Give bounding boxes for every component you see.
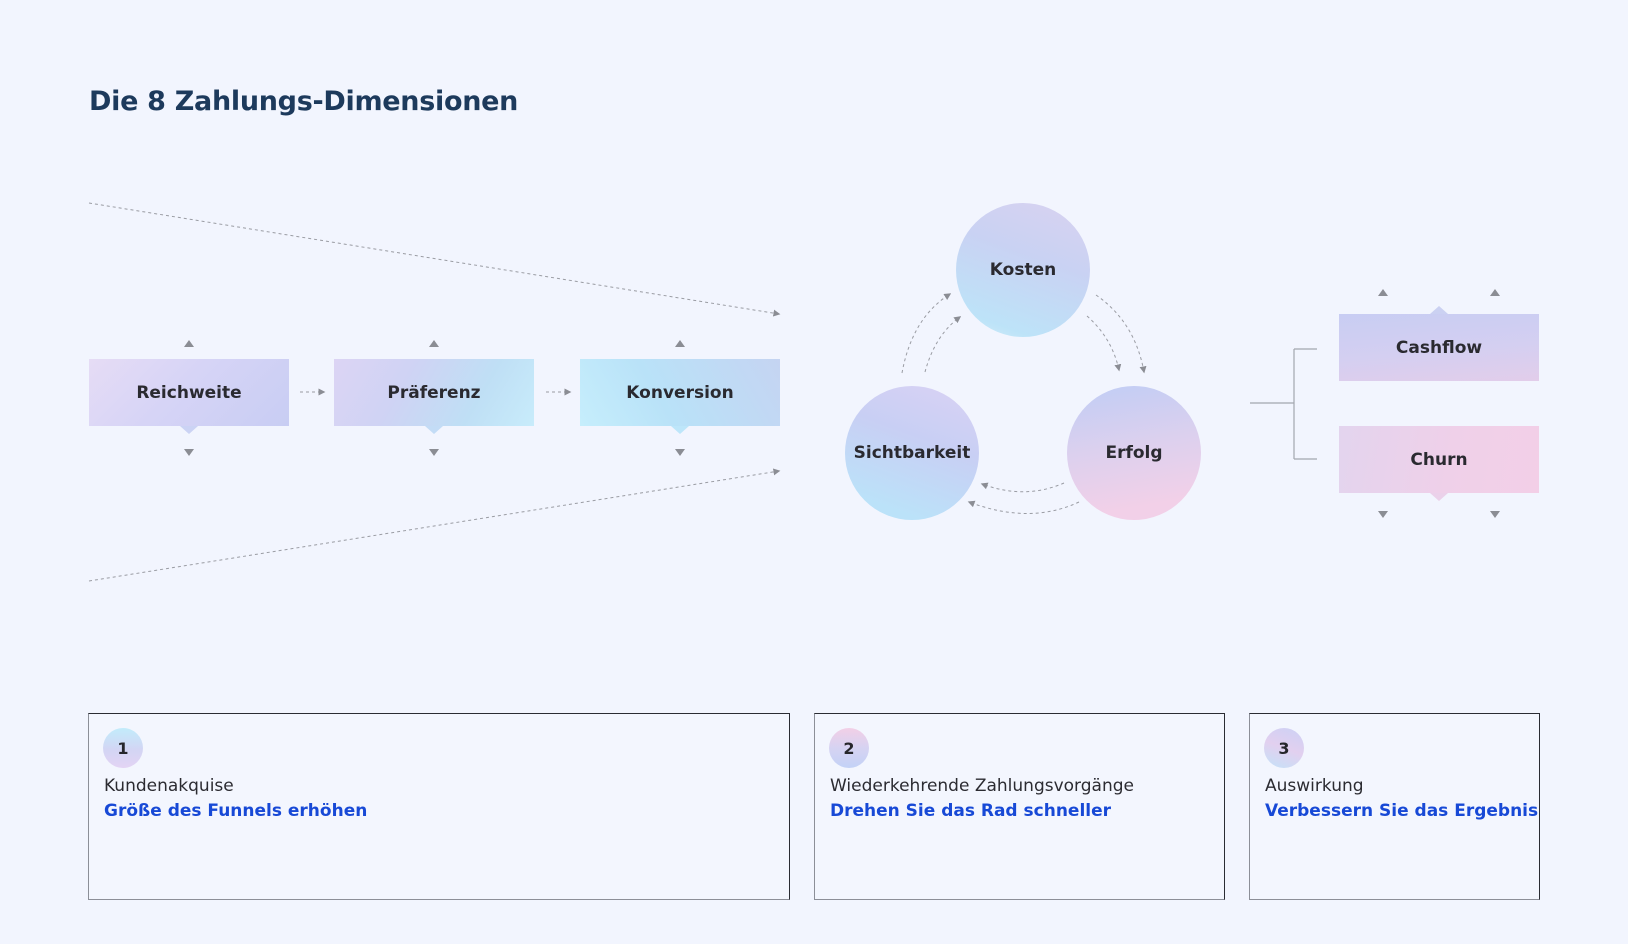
- node-label: Cashflow: [1395, 337, 1483, 358]
- card-subtitle-link[interactable]: Drehen Sie das Rad schneller: [830, 801, 1111, 821]
- pointer-notch: [425, 426, 443, 434]
- pointer-notch: [671, 426, 689, 434]
- card-title: Wiederkehrende Zahlungsvorgänge: [830, 776, 1134, 796]
- funnel-stage-praeferenz[interactable]: Präferenz: [334, 359, 534, 434]
- increase-triangle-icon: [429, 340, 439, 347]
- increase-triangle-icon: [1490, 289, 1500, 296]
- increase-triangle-icon: [1378, 289, 1388, 296]
- category-card-zahlungsvorgaenge: 2 Wiederkehrende Zahlungsvorgänge Drehen…: [814, 713, 1225, 900]
- arrow-kosten-to-erfolg-inner: [1086, 315, 1122, 372]
- node-label: Kosten: [989, 260, 1057, 280]
- decrease-triangle-icon: [429, 449, 439, 456]
- decrease-triangle-icon: [184, 449, 194, 456]
- decrease-triangle-icon: [1490, 511, 1500, 518]
- pointer-notch: [1430, 306, 1448, 314]
- card-subtitle-link[interactable]: Größe des Funnels erhöhen: [104, 801, 367, 821]
- impact-node-churn[interactable]: Churn: [1339, 426, 1539, 501]
- node-label: Sichtbarkeit: [853, 443, 971, 463]
- node-label: Churn: [1410, 449, 1468, 470]
- card-title: Kundenakquise: [104, 776, 234, 796]
- increase-triangle-icon: [675, 340, 685, 347]
- stage-label: Konversion: [626, 382, 734, 403]
- stage-label: Präferenz: [387, 382, 481, 403]
- category-card-kundenakquise: 1 Kundenakquise Größe des Funnels erhöhe…: [88, 713, 790, 900]
- arrow-erfolg-to-sichtbarkeit-outer: [967, 500, 1080, 514]
- increase-triangle-icon: [184, 340, 194, 347]
- stage-label: Reichweite: [136, 382, 242, 403]
- arrow-sichtbarkeit-to-kosten-inner: [924, 316, 962, 373]
- arrow-erfolg-to-sichtbarkeit-inner: [980, 482, 1065, 493]
- category-card-auswirkung: 3 Auswirkung Verbessern Sie das Ergebnis: [1249, 713, 1540, 900]
- cycle-node-erfolg[interactable]: Erfolg: [1067, 386, 1201, 520]
- card-title: Auswirkung: [1265, 776, 1364, 796]
- pointer-notch: [1430, 493, 1448, 501]
- arrow-kosten-to-erfolg-outer: [1095, 294, 1147, 374]
- card-subtitle-link[interactable]: Verbessern Sie das Ergebnis: [1265, 801, 1538, 821]
- funnel-stage-konversion[interactable]: Konversion: [580, 359, 780, 434]
- impact-node-cashflow[interactable]: Cashflow: [1339, 306, 1539, 381]
- node-label: Erfolg: [1105, 443, 1163, 463]
- cycle-node-sichtbarkeit[interactable]: Sichtbarkeit: [845, 386, 979, 520]
- decrease-triangle-icon: [675, 449, 685, 456]
- funnel-top-edge-arrow: [88, 202, 781, 317]
- funnel-stage-reichweite[interactable]: Reichweite: [89, 359, 289, 434]
- cycle-node-kosten[interactable]: Kosten: [956, 203, 1090, 337]
- number-badge: 3: [1264, 728, 1304, 768]
- number-badge: 2: [829, 728, 869, 768]
- decrease-triangle-icon: [1378, 511, 1388, 518]
- number-badge: 1: [103, 728, 143, 768]
- pointer-notch: [180, 426, 198, 434]
- funnel-bottom-edge-arrow: [88, 468, 781, 582]
